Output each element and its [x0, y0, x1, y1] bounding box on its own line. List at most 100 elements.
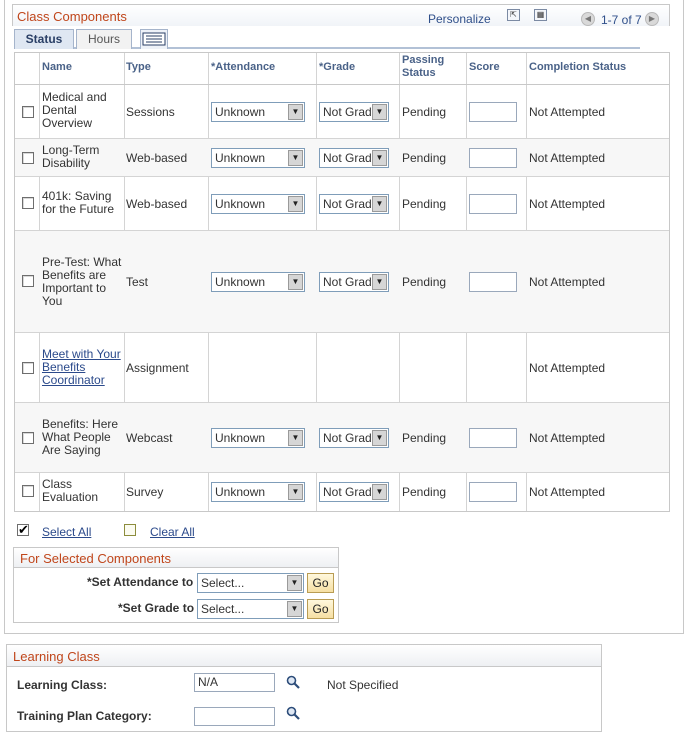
- chevron-down-icon: ▼: [372, 430, 387, 446]
- component-name: Medical and Dental Overview: [42, 90, 107, 130]
- first-page-icon[interactable]: ◀: [581, 12, 595, 26]
- score-input[interactable]: [469, 148, 517, 168]
- column-header-name[interactable]: Name: [42, 61, 72, 74]
- attendance-select[interactable]: Unknown ▼: [211, 194, 305, 214]
- training-plan-category-label: Training Plan Category:: [17, 709, 152, 723]
- attendance-select[interactable]: Unknown ▼: [211, 428, 305, 448]
- grade-select[interactable]: Not Grad ▼: [319, 194, 389, 214]
- for-selected-components-title: For Selected Components: [20, 551, 172, 566]
- learning-class-panel: Learning Class Learning Class: N/A Not S…: [6, 644, 602, 732]
- grade-value: Not Grad: [323, 197, 372, 211]
- component-name: Benefits: Here What People Are Saying: [42, 417, 119, 457]
- for-selected-components-panel: For Selected Components *Set Attendance …: [13, 547, 339, 623]
- tab-hours[interactable]: Hours: [76, 29, 132, 49]
- grade-select[interactable]: Not Grad ▼: [319, 148, 389, 168]
- score-input[interactable]: [469, 428, 517, 448]
- column-header-type[interactable]: Type: [126, 61, 151, 74]
- clear-all-box-icon[interactable]: [124, 524, 136, 536]
- grade-value: Not Grad: [323, 105, 372, 119]
- set-grade-select[interactable]: Select... ▼: [197, 599, 304, 619]
- grade-value: Not Grad: [323, 431, 372, 445]
- grade-value: Not Grad: [323, 151, 372, 165]
- grade-value: Not Grad: [323, 275, 372, 289]
- row-select-checkbox[interactable]: [22, 275, 34, 287]
- learning-class-description: Not Specified: [327, 678, 399, 692]
- personalize-link[interactable]: Personalize: [428, 12, 491, 26]
- row-select-checkbox[interactable]: [22, 362, 34, 374]
- completion-status: Not Attempted: [529, 361, 606, 375]
- chevron-down-icon: ▼: [372, 484, 387, 500]
- component-name: 401k: Saving for the Future: [42, 189, 115, 216]
- row-select-checkbox[interactable]: [22, 197, 34, 209]
- completion-status: Not Attempted: [529, 105, 606, 119]
- row-select-checkbox[interactable]: [22, 106, 34, 118]
- attendance-select[interactable]: Unknown ▼: [211, 482, 305, 502]
- attendance-value: Unknown: [215, 431, 266, 445]
- grade-value: Not Grad: [323, 485, 372, 499]
- score-input[interactable]: [469, 194, 517, 214]
- completion-status: Not Attempted: [529, 485, 606, 499]
- attendance-select[interactable]: Unknown ▼: [211, 102, 305, 122]
- spreadsheet-download-icon[interactable]: ▦: [534, 9, 547, 21]
- attendance-select[interactable]: Unknown ▼: [211, 272, 305, 292]
- column-header-completion-status[interactable]: Completion Status: [529, 61, 626, 74]
- chevron-down-icon: ▼: [372, 274, 387, 290]
- select-all-checkmark-icon[interactable]: ✔: [17, 523, 29, 536]
- score-input[interactable]: [469, 102, 517, 122]
- component-type: Webcast: [126, 431, 173, 445]
- grade-go-button[interactable]: Go: [307, 599, 334, 619]
- component-name: Class Evaluation: [42, 477, 99, 504]
- grade-select[interactable]: Not Grad ▼: [319, 482, 389, 502]
- column-header-grade[interactable]: *Grade: [319, 61, 355, 74]
- column-header-passing-status[interactable]: Passing Status: [402, 54, 458, 80]
- component-type: Sessions: [126, 105, 175, 119]
- attendance-value: Unknown: [215, 197, 266, 211]
- chevron-down-icon: ▼: [372, 150, 387, 166]
- grade-select[interactable]: Not Grad ▼: [319, 428, 389, 448]
- passing-status: Pending: [402, 431, 447, 445]
- chevron-down-icon: ▼: [287, 575, 302, 591]
- class-components-header: Class Components Personalize ⇱ ▦ ◀ 1-7 o…: [12, 4, 670, 27]
- learning-class-input[interactable]: N/A: [194, 673, 275, 692]
- score-input[interactable]: [469, 482, 517, 502]
- column-header-attendance[interactable]: *Attendance: [211, 61, 275, 74]
- last-page-icon[interactable]: ▶: [645, 12, 659, 26]
- attendance-select[interactable]: Unknown ▼: [211, 148, 305, 168]
- grade-select[interactable]: Not Grad ▼: [319, 272, 389, 292]
- row-select-checkbox[interactable]: [22, 485, 34, 497]
- row-select-checkbox[interactable]: [22, 432, 34, 444]
- training-plan-category-input[interactable]: [194, 707, 275, 726]
- column-header-score[interactable]: Score: [469, 61, 500, 74]
- component-name-link[interactable]: Meet with Your Benefits Coordinator: [42, 348, 126, 387]
- clear-all-link[interactable]: Clear All: [150, 525, 195, 539]
- grade-select[interactable]: Not Grad ▼: [319, 102, 389, 122]
- select-all-link[interactable]: Select All: [42, 525, 91, 539]
- table-row: Benefits: Here What People Are Saying We…: [15, 403, 669, 473]
- lookup-search-icon[interactable]: [286, 675, 300, 689]
- set-attendance-value: Select...: [201, 576, 245, 590]
- score-input[interactable]: [469, 272, 517, 292]
- set-attendance-select[interactable]: Select... ▼: [197, 573, 304, 593]
- table-row: Pre-Test: What Benefits are Important to…: [15, 231, 669, 333]
- view-all-icon[interactable]: ⇱: [507, 9, 520, 21]
- table-row: Medical and Dental Overview Sessions Unk…: [15, 85, 669, 139]
- class-components-title: Class Components: [17, 9, 127, 24]
- attendance-value: Unknown: [215, 151, 266, 165]
- learning-class-header: Learning Class: [7, 645, 601, 667]
- chevron-down-icon: ▼: [372, 196, 387, 212]
- chevron-down-icon: ▼: [372, 104, 387, 120]
- lookup-search-icon[interactable]: [286, 706, 300, 720]
- chevron-down-icon: ▼: [288, 104, 303, 120]
- component-type: Web-based: [126, 197, 188, 211]
- row-select-checkbox[interactable]: [22, 152, 34, 164]
- attendance-value: Unknown: [215, 105, 266, 119]
- table-row: Meet with Your Benefits Coordinator Assi…: [15, 333, 669, 403]
- chevron-down-icon: ▼: [288, 150, 303, 166]
- attendance-go-button[interactable]: Go: [307, 573, 334, 593]
- show-all-columns-icon[interactable]: [140, 29, 168, 49]
- learning-class-title: Learning Class: [13, 649, 100, 664]
- component-type: Web-based: [126, 151, 188, 165]
- passing-status: Pending: [402, 197, 447, 211]
- tab-status[interactable]: Status: [14, 29, 74, 49]
- set-grade-label: *Set Grade to: [118, 601, 195, 615]
